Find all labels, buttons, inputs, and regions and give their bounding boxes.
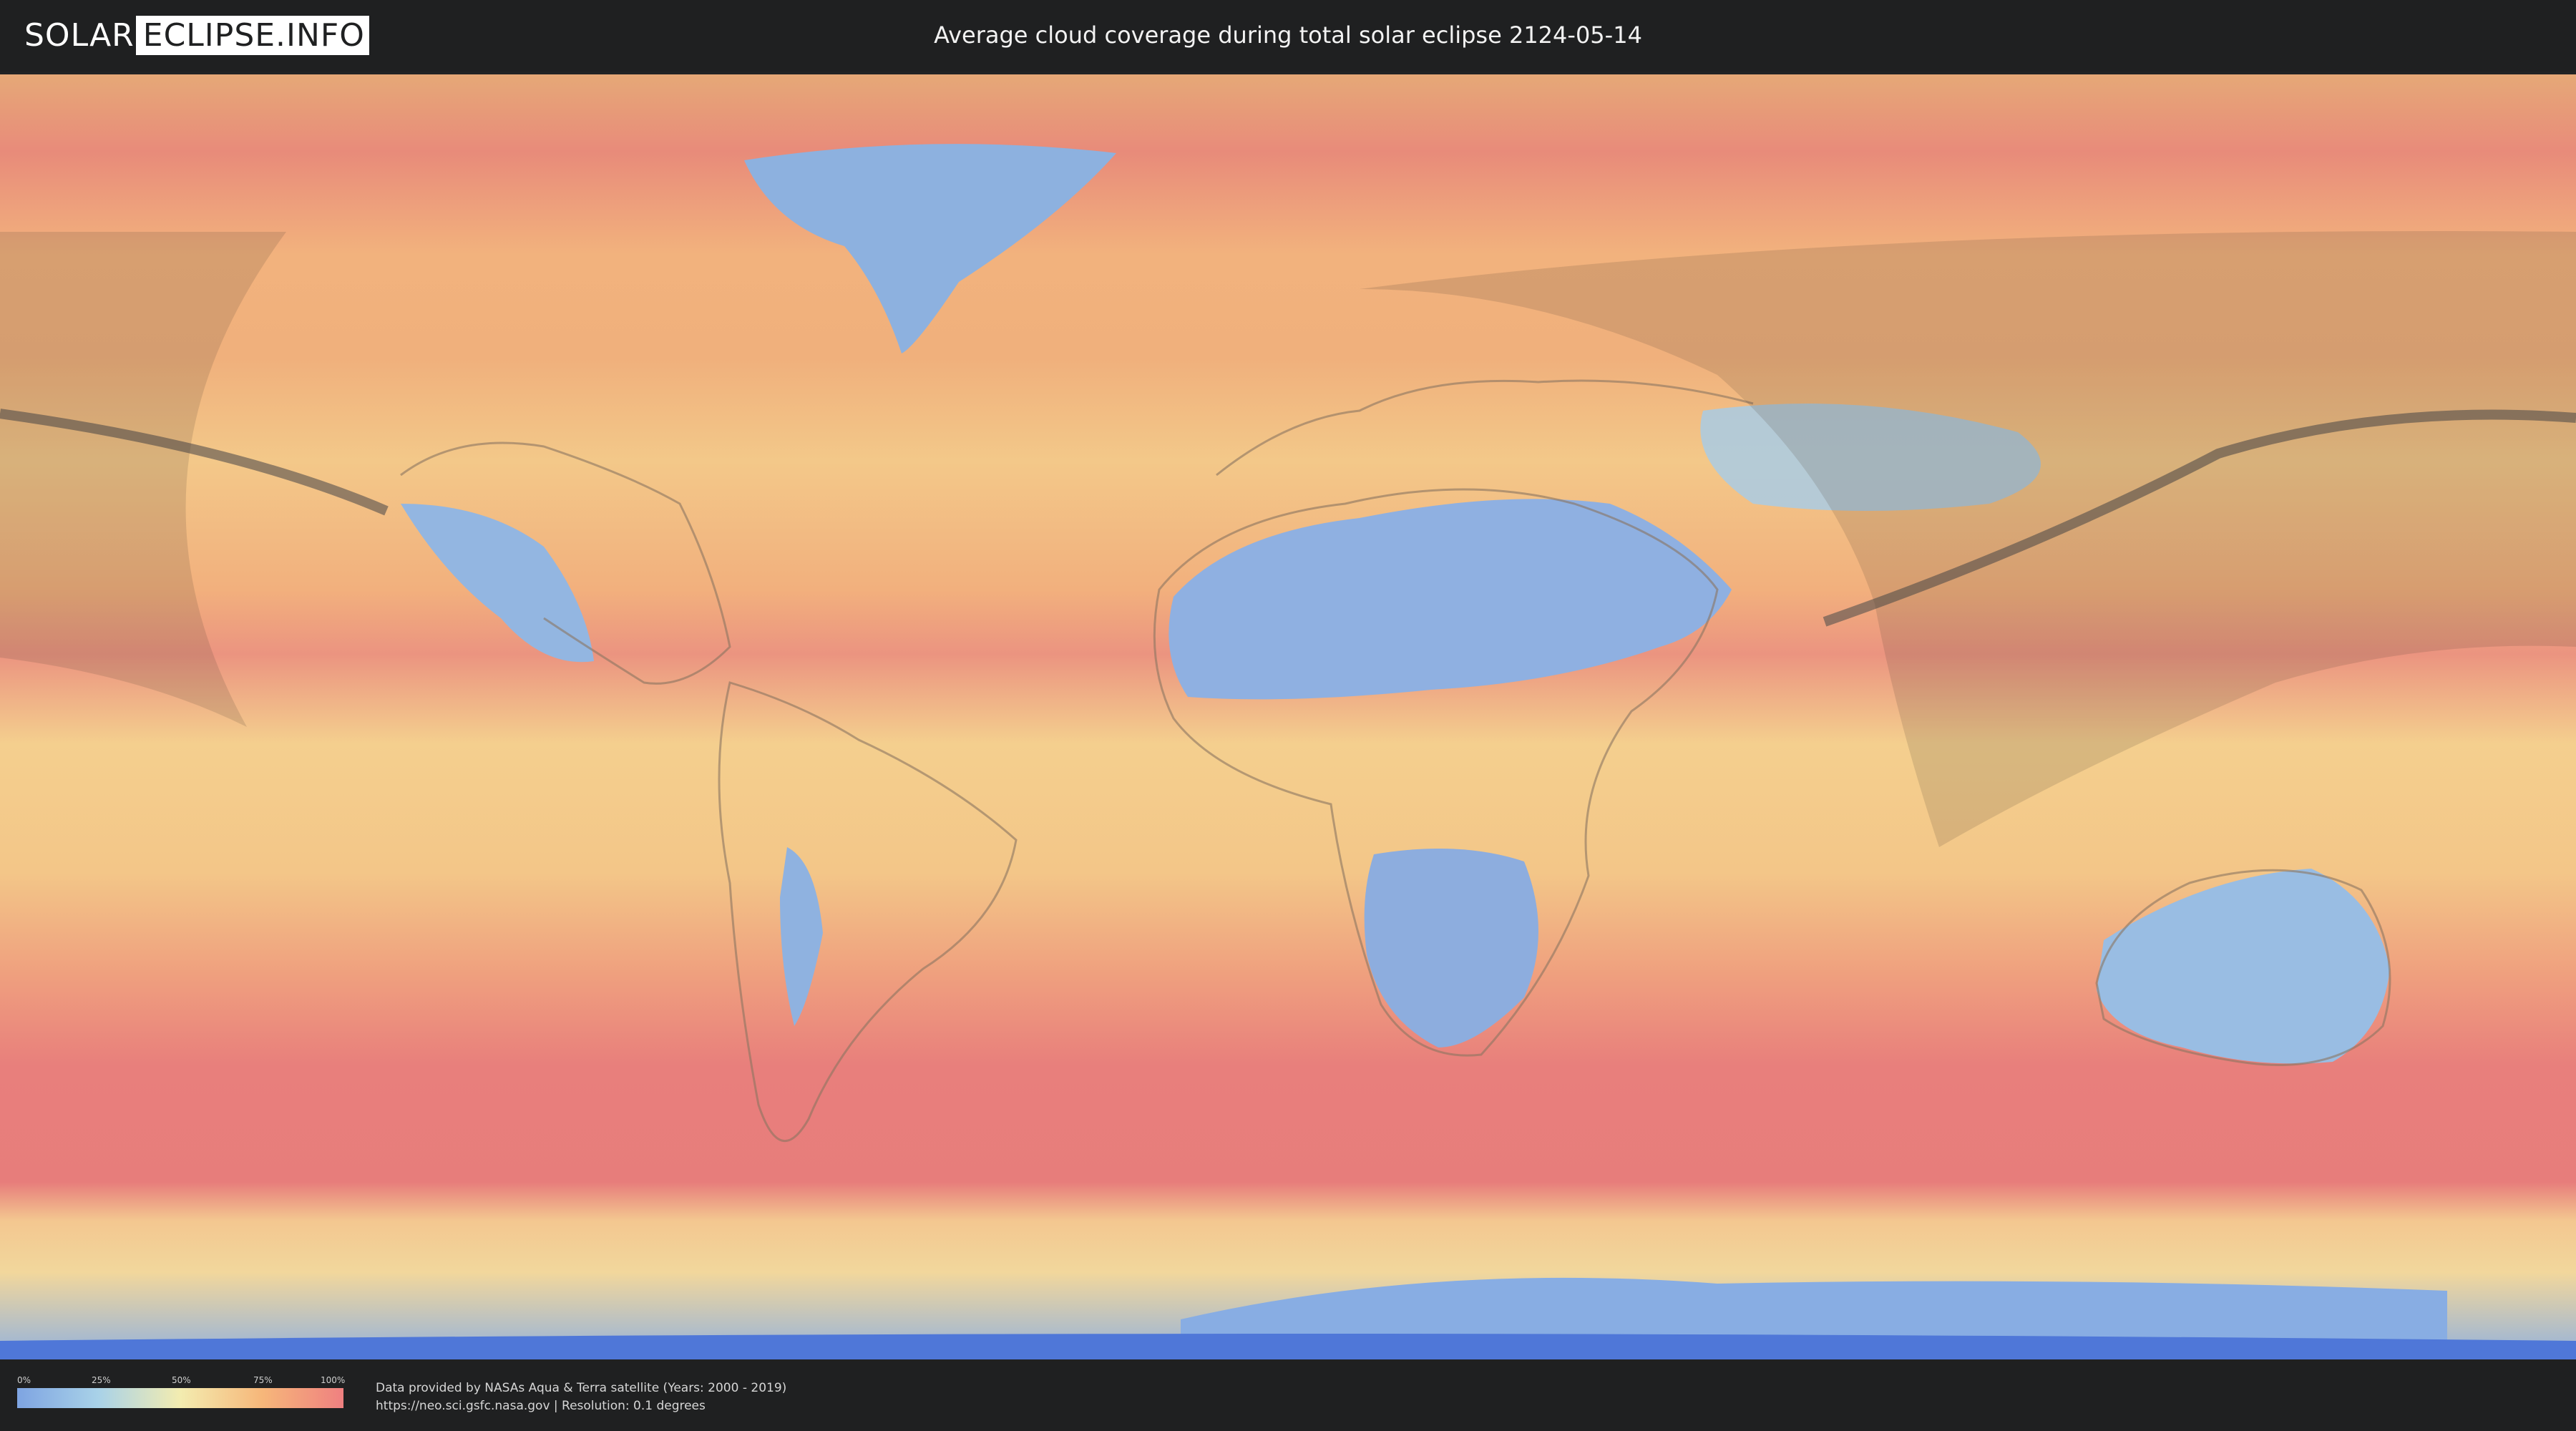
scale-ticks: 0% 25% 50% 75% 100% xyxy=(17,1375,346,1385)
scale-tick-50: 50% xyxy=(172,1375,191,1385)
scale-tick-0: 0% xyxy=(17,1375,31,1385)
header-bar: SOLAR ECLIPSE.INFO Average cloud coverag… xyxy=(0,0,2576,72)
scale-tick-75: 75% xyxy=(253,1375,273,1385)
scale-tick-100: 100% xyxy=(321,1375,346,1385)
logo-text-eclipse-info: ECLIPSE.INFO xyxy=(135,16,369,55)
data-credits: Data provided by NASAs Aqua & Terra sate… xyxy=(376,1379,786,1415)
site-logo[interactable]: SOLAR ECLIPSE.INFO xyxy=(24,16,369,55)
world-map xyxy=(0,74,2576,1362)
credits-line-2: https://neo.sci.gsfc.nasa.gov | Resoluti… xyxy=(376,1399,706,1413)
color-scale-legend: 0% 25% 50% 75% 100% xyxy=(17,1375,346,1408)
scale-gradient-bar xyxy=(17,1388,343,1408)
page-title: Average cloud coverage during total sola… xyxy=(934,21,1642,49)
credits-line-1: Data provided by NASAs Aqua & Terra sate… xyxy=(376,1381,787,1395)
cloud-coverage-map[interactable] xyxy=(0,74,2576,1362)
scale-tick-25: 25% xyxy=(92,1375,111,1385)
logo-text-solar: SOLAR xyxy=(24,17,135,54)
antarctica-coast xyxy=(0,1334,2576,1362)
